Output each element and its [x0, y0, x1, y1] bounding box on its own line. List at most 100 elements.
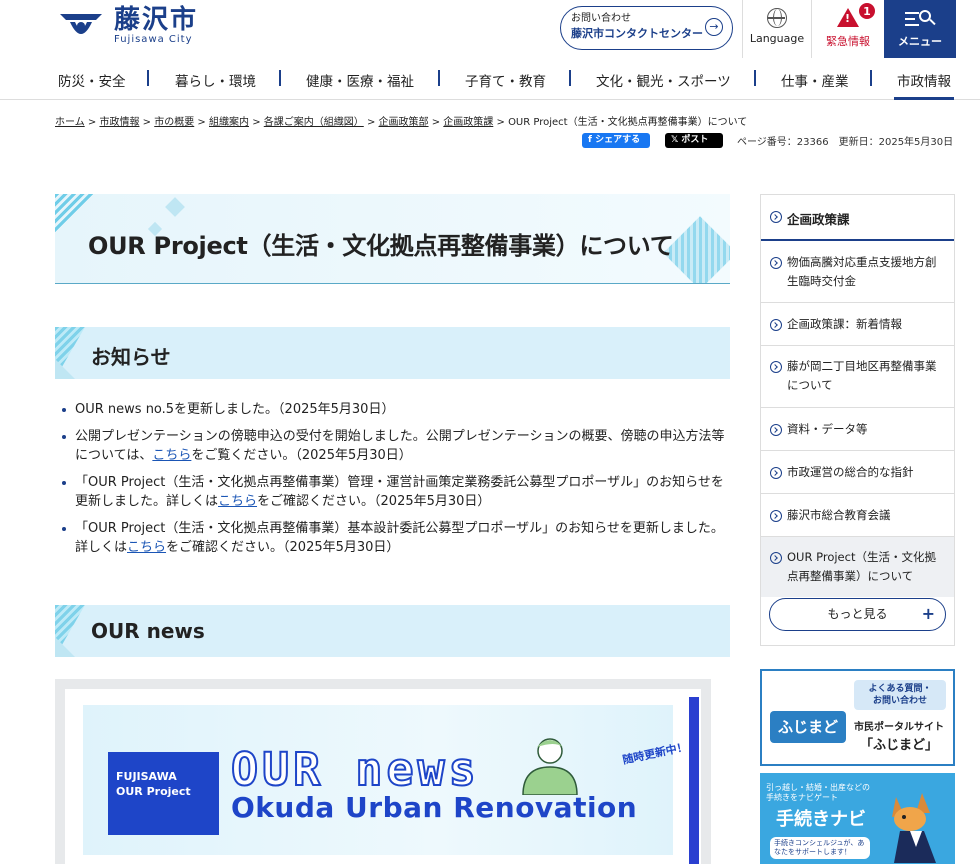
- breadcrumb-separator: >: [87, 117, 97, 128]
- logo-text-jp: 藤沢市: [114, 5, 199, 35]
- news-link[interactable]: こちら: [218, 494, 257, 509]
- tetsuzuki-navi-banner[interactable]: 引っ越し・結婚・出産などの 手続きをナビゲート 手続きナビ 手続きコンシェルジュ…: [760, 773, 955, 864]
- nav-item-health[interactable]: 健康・医療・福祉: [306, 70, 414, 90]
- breadcrumb-separator: >: [252, 117, 261, 128]
- nav-separator: [279, 70, 281, 86]
- breadcrumb-link[interactable]: 組織案内: [209, 117, 249, 128]
- global-nav: 防災・安全 暮らし・環境 健康・医療・福祉 子育て・教育 文化・観光・スポーツ …: [0, 58, 980, 100]
- news-link[interactable]: こちら: [127, 540, 166, 555]
- person-illustration-icon: [522, 738, 578, 795]
- banner-text-line: 引っ越し・結婚・出産などの: [766, 783, 870, 792]
- chevron-right-icon: [770, 467, 782, 479]
- nav-separator: [754, 70, 756, 86]
- breadcrumb-link[interactable]: 企画政策課: [443, 117, 493, 128]
- sidebar-item[interactable]: 藤沢市総合教育会議: [761, 494, 954, 537]
- section-heading-our-news: OUR news: [91, 619, 205, 643]
- breadcrumb-link[interactable]: 市政情報: [99, 117, 139, 128]
- breadcrumb-separator: >: [496, 117, 505, 128]
- dog-mascot-icon: [892, 793, 936, 863]
- sidebar-item[interactable]: 市政運営の総合的な指針: [761, 451, 954, 494]
- nav-item-education[interactable]: 子育て・教育: [465, 70, 546, 90]
- globe-icon: [767, 8, 787, 28]
- plus-icon: +: [921, 604, 935, 623]
- banner-tag-line: お問い合わせ: [872, 696, 927, 706]
- page-title-box: OUR Project（生活・文化拠点再整備事業）について: [55, 194, 730, 284]
- section-heading-box: お知らせ: [55, 327, 730, 379]
- page-title: OUR Project（生活・文化拠点再整備事業）について: [88, 232, 674, 260]
- contact-center-button[interactable]: お問い合わせ 藤沢市コンタクトセンター →: [560, 6, 733, 50]
- breadcrumb-separator: >: [366, 117, 376, 128]
- facebook-share-button[interactable]: f シェアする: [582, 133, 650, 148]
- show-more-button[interactable]: もっと見る +: [769, 598, 946, 631]
- nav-item-work[interactable]: 仕事・産業: [781, 70, 849, 90]
- breadcrumb-link[interactable]: ホーム: [55, 117, 85, 128]
- nav-item-disaster[interactable]: 防災・安全: [58, 70, 126, 90]
- banner-edge: [689, 697, 699, 864]
- sidebar-item-label: OUR Project（生活・文化拠: [787, 550, 936, 564]
- our-news-banner[interactable]: FUJISAWA OUR Project OUR news Okuda Urba…: [55, 679, 711, 864]
- section-heading-news: お知らせ: [91, 345, 171, 369]
- facebook-share-label: シェアする: [595, 135, 641, 145]
- sidebar-item-label: 生臨時交付金: [787, 274, 856, 288]
- sidebar-item-label: について: [787, 378, 833, 392]
- section-heading-box: OUR news: [55, 605, 730, 657]
- banner-tag-line: よくある質問・: [868, 684, 932, 694]
- news-list: OUR news no.5を更新しました。（2025年5月30日） 公開プレゼン…: [60, 400, 726, 565]
- sidebar-item[interactable]: 企画政策課：新着情報: [761, 303, 954, 346]
- nav-item-culture[interactable]: 文化・観光・スポーツ: [596, 70, 731, 90]
- warning-icon: [837, 8, 859, 27]
- sidebar-item-current[interactable]: OUR Project（生活・文化拠 点再整備事業）について: [761, 537, 954, 597]
- sidebar-item[interactable]: 資料・データ等: [761, 408, 954, 451]
- menu-button[interactable]: メニュー: [884, 0, 956, 58]
- banner-label-line1: FUJISAWA: [116, 770, 177, 783]
- nav-separator: [870, 70, 872, 86]
- show-more-label: もっと見る: [827, 607, 888, 621]
- breadcrumb-link[interactable]: 企画政策部: [379, 117, 429, 128]
- nav-active-indicator: [894, 97, 954, 100]
- nav-item-living[interactable]: 暮らし・環境: [175, 70, 256, 90]
- list-item: 公開プレゼンテーションの傍聴申込の受付を開始しました。公開プレゼンテーションの概…: [60, 427, 726, 465]
- sidebar-item-label: 物価高騰対応重点支援地方創: [787, 255, 937, 269]
- breadcrumb-separator: >: [431, 117, 441, 128]
- decoration: [55, 637, 75, 657]
- nav-separator: [438, 70, 440, 86]
- news-text: をご確認ください。（2025年5月30日）: [166, 540, 400, 555]
- chevron-right-icon: [770, 510, 782, 522]
- language-button[interactable]: Language: [742, 0, 812, 58]
- breadcrumb-separator: >: [197, 117, 206, 128]
- banner-tag: よくある質問・ お問い合わせ: [854, 680, 946, 710]
- chevron-right-icon: [770, 424, 782, 436]
- emergency-info-button[interactable]: 1 緊急情報: [813, 0, 883, 58]
- sidebar-heading[interactable]: 企画政策課: [761, 195, 954, 241]
- sidebar-item[interactable]: 物価高騰対応重点支援地方創 生臨時交付金: [761, 243, 954, 303]
- nav-separator: [147, 70, 149, 86]
- banner-label-line2: OUR Project: [116, 785, 191, 798]
- sidebar-item-label: 藤沢市総合教育会議: [787, 508, 891, 522]
- news-link[interactable]: こちら: [152, 448, 191, 463]
- logo-text-en: Fujisawa City: [114, 34, 193, 45]
- breadcrumb-separator: >: [142, 117, 152, 128]
- news-text: をご確認ください。（2025年5月30日）: [257, 494, 491, 509]
- chevron-right-icon: [770, 361, 782, 373]
- fujimado-portal-banner[interactable]: よくある質問・ お問い合わせ ふじまど 市民ポータルサイト 「ふじまど」: [760, 669, 955, 766]
- breadcrumb-current: OUR Project（生活・文化拠点再整備事業）について: [508, 117, 748, 128]
- x-post-button[interactable]: 𝕏 ポスト: [665, 133, 723, 148]
- nav-item-city-info[interactable]: 市政情報: [897, 70, 951, 90]
- news-text: OUR news no.5を更新しました。（2025年5月30日）: [75, 402, 395, 417]
- breadcrumb-link[interactable]: 各課ご案内（組織図）: [264, 117, 364, 128]
- page-info: ページ番号：23366 更新日：2025年5月30日: [737, 137, 954, 148]
- decoration: [165, 197, 185, 217]
- banner-title: 手続きナビ: [776, 809, 866, 830]
- list-item: 「OUR Project（生活・文化拠点再整備事業）管理・運営計画策定業務委託公…: [60, 473, 726, 511]
- sidebar-item-label: 藤が岡二丁目地区再整備事業: [787, 359, 937, 373]
- language-label: Language: [749, 32, 805, 45]
- x-icon: 𝕏: [671, 135, 682, 145]
- menu-label: メニュー: [898, 35, 942, 48]
- chevron-right-icon: [770, 552, 782, 564]
- site-logo[interactable]: 藤沢市 Fujisawa City: [56, 6, 198, 46]
- list-item: OUR news no.5を更新しました。（2025年5月30日）: [60, 400, 726, 419]
- breadcrumb-link[interactable]: 市の概要: [154, 117, 194, 128]
- banner-label-box: FUJISAWA OUR Project: [108, 752, 219, 835]
- menu-search-icon: [905, 10, 936, 28]
- sidebar-item[interactable]: 藤が岡二丁目地区再整備事業 について: [761, 346, 954, 408]
